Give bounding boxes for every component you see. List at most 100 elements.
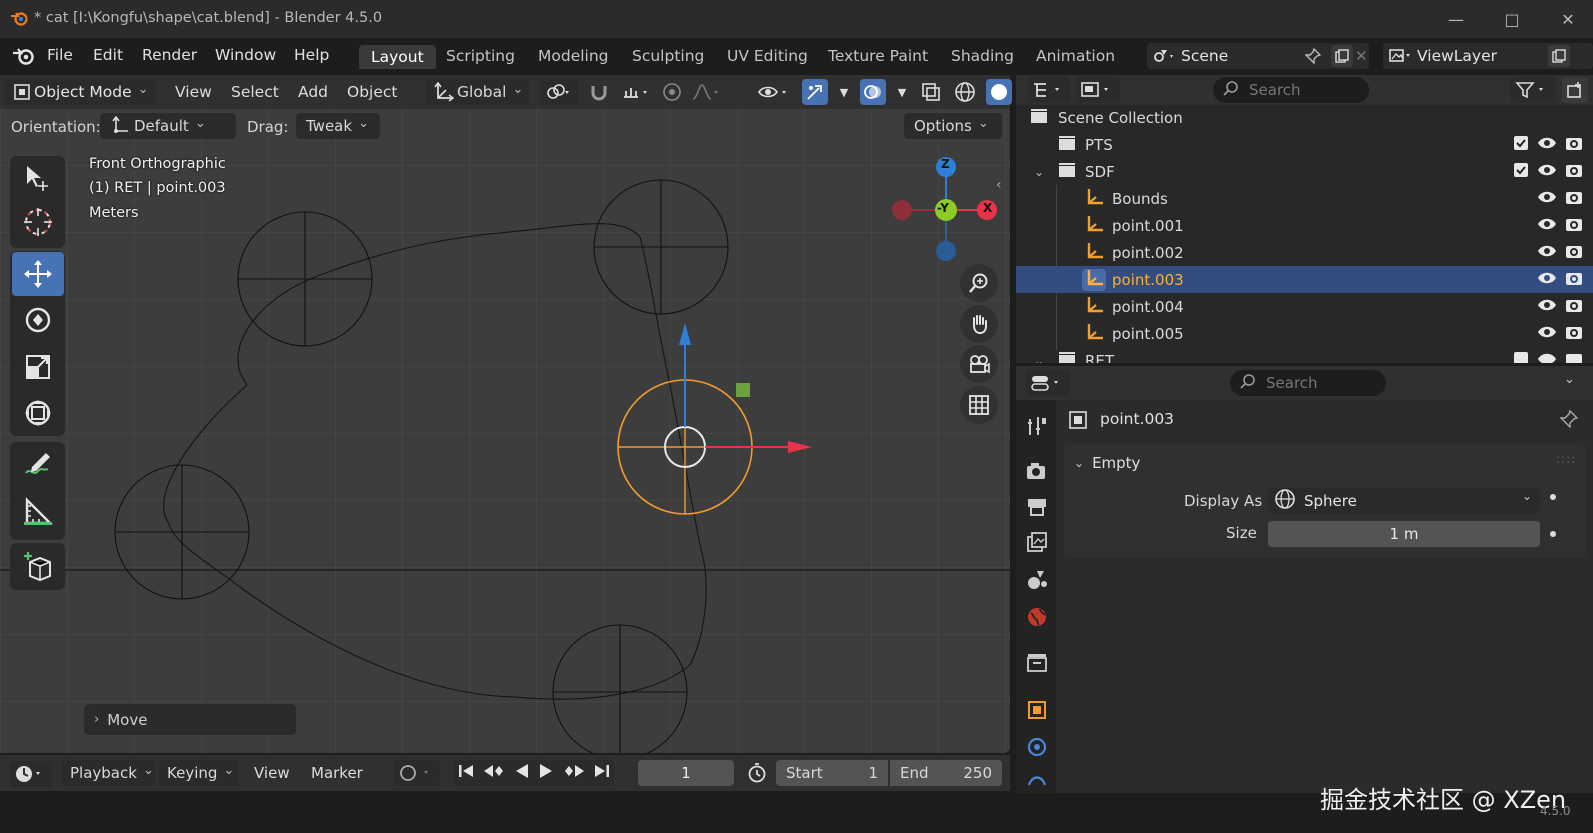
world-tab-icon[interactable]	[1024, 604, 1050, 630]
zoom-icon[interactable]	[960, 264, 998, 302]
overlays-toggle-icon[interactable]	[860, 79, 886, 105]
jump-to-end-icon[interactable]	[594, 763, 610, 783]
outliner-scene-collection-row[interactable]: Scene Collection	[1016, 104, 1593, 131]
timeline-marker-menu[interactable]: Marker	[303, 760, 371, 786]
options-dropdown[interactable]: Options	[904, 113, 1002, 139]
outliner-row-point-005[interactable]: point.005	[1016, 320, 1593, 347]
transform-orientation-selector[interactable]: Global	[425, 79, 529, 105]
delete-scene-icon[interactable]: ✕	[1355, 47, 1368, 65]
auto-keying-record-icon[interactable]	[394, 760, 440, 786]
outliner-row-point-004[interactable]: point.004	[1016, 293, 1593, 320]
camera-render-icon[interactable]	[1565, 324, 1583, 344]
jump-to-start-icon[interactable]	[458, 763, 474, 783]
eye-icon[interactable]	[1537, 352, 1557, 363]
sidebar-toggle-chevron-icon[interactable]: ‹	[996, 177, 1002, 193]
physics-tab-icon[interactable]	[1024, 734, 1050, 760]
tab-animation[interactable]: Animation	[1036, 47, 1115, 65]
3d-viewport[interactable]: Front Orthographic (1) RET | point.003 M…	[0, 75, 1010, 753]
eye-icon[interactable]	[1537, 325, 1557, 343]
outliner-search-input[interactable]: Search	[1213, 77, 1369, 103]
properties-search-input[interactable]: Search	[1230, 370, 1386, 396]
toggle-perspective-grid-icon[interactable]	[960, 386, 998, 424]
maximize-icon[interactable]: □	[1492, 6, 1532, 32]
checkbox-checked-icon[interactable]	[1513, 135, 1529, 155]
move-tool-icon[interactable]	[12, 252, 64, 296]
properties-options-chevron-icon[interactable]: ⌄	[1564, 372, 1575, 387]
menu-add[interactable]: Add	[290, 79, 336, 105]
expand-chevron-down-icon[interactable]: ⌄	[1034, 354, 1044, 364]
tab-sculpting[interactable]: Sculpting	[632, 47, 704, 65]
play-reverse-icon[interactable]	[514, 763, 530, 783]
keyframe-dot-icon[interactable]	[1550, 531, 1556, 537]
start-frame-field[interactable]: Start 1	[776, 760, 888, 786]
keyframe-dot-icon[interactable]	[1550, 494, 1556, 500]
constraints-tab-icon[interactable]	[1024, 768, 1050, 788]
mode-selector[interactable]: Object Mode	[4, 79, 156, 105]
size-field[interactable]: 1 m	[1268, 521, 1540, 547]
object-tab-icon[interactable]	[1024, 697, 1050, 723]
eye-icon[interactable]	[1537, 298, 1557, 316]
display-mode-icon[interactable]	[1076, 77, 1120, 103]
view-layer-selector[interactable]: ViewLayer	[1383, 43, 1593, 69]
measure-tool-icon[interactable]	[12, 490, 64, 534]
orientation-dropdown[interactable]: Default	[100, 113, 236, 139]
filter-funnel-icon[interactable]	[1510, 77, 1556, 103]
properties-editor-type-icon[interactable]	[1026, 370, 1070, 396]
scale-tool-icon[interactable]	[12, 345, 64, 389]
gizmo-toggle-icon[interactable]	[802, 79, 828, 105]
add-cube-tool-icon[interactable]	[12, 544, 64, 588]
wireframe-shading-icon[interactable]	[952, 79, 978, 105]
drag-handle-icon[interactable]: ::::	[1556, 452, 1576, 466]
menu-object[interactable]: Object	[339, 79, 405, 105]
checkbox-checked-icon[interactable]	[1513, 351, 1529, 363]
camera-render-icon[interactable]	[1565, 189, 1583, 209]
outliner-row-point-002[interactable]: point.002	[1016, 239, 1593, 266]
camera-render-icon[interactable]	[1565, 270, 1583, 290]
pin-icon[interactable]	[1559, 409, 1579, 432]
scene-tab-icon[interactable]	[1024, 567, 1050, 593]
xray-toggle-icon[interactable]	[918, 79, 944, 105]
close-icon[interactable]: ✕	[1548, 6, 1588, 32]
solid-shading-icon[interactable]	[986, 79, 1012, 105]
camera-view-icon[interactable]	[960, 345, 998, 383]
minimize-icon[interactable]: —	[1436, 6, 1476, 32]
eye-icon[interactable]	[1537, 217, 1557, 235]
cursor-tool-icon[interactable]	[12, 200, 64, 244]
scene-selector[interactable]: Scene ✕	[1147, 43, 1369, 69]
play-icon[interactable]	[538, 763, 554, 783]
drag-dropdown[interactable]: Tweak	[296, 113, 380, 139]
menu-edit[interactable]: Edit	[93, 46, 123, 64]
checkbox-checked-icon[interactable]	[1513, 162, 1529, 182]
tool-settings-tab-icon[interactable]	[1024, 413, 1050, 439]
outliner-row-point-003[interactable]: point.003	[1016, 266, 1593, 293]
current-frame-field[interactable]: 1	[638, 760, 734, 786]
preview-range-stopwatch-icon[interactable]	[744, 760, 770, 786]
tab-shading[interactable]: Shading	[951, 47, 1014, 65]
collection-tab-icon[interactable]	[1024, 650, 1050, 676]
gizmo-options-chevron-icon[interactable]: ▼	[836, 79, 852, 105]
new-collection-icon[interactable]	[1562, 77, 1588, 103]
editor-type-clock-icon[interactable]	[10, 761, 52, 787]
tab-layout[interactable]: Layout	[359, 45, 436, 69]
pivot-point-icon[interactable]	[540, 79, 578, 105]
menu-select[interactable]: Select	[223, 79, 287, 105]
outliner-row-pts[interactable]: PTS	[1016, 131, 1593, 158]
outliner-row-ret[interactable]: ⌄ RET	[1016, 347, 1593, 363]
snap-magnet-icon[interactable]	[586, 79, 612, 105]
last-operator-panel[interactable]: › Move	[84, 704, 296, 735]
outliner-row-point-001[interactable]: point.001	[1016, 212, 1593, 239]
timeline-view-menu[interactable]: View	[246, 760, 298, 786]
empty-panel-header[interactable]: ⌄ Empty	[1074, 450, 1140, 476]
menu-file[interactable]: File	[47, 46, 73, 64]
expand-chevron-down-icon[interactable]: ⌄	[1034, 165, 1044, 179]
new-view-layer-icon[interactable]	[1548, 45, 1570, 67]
pan-hand-icon[interactable]	[960, 305, 998, 343]
eye-icon[interactable]	[1537, 244, 1557, 262]
tab-scripting[interactable]: Scripting	[446, 47, 515, 65]
menu-window[interactable]: Window	[215, 46, 276, 64]
annotate-tool-icon[interactable]	[12, 443, 64, 487]
outliner-row-sdf[interactable]: ⌄ SDF	[1016, 158, 1593, 185]
tab-texture-paint[interactable]: Texture Paint	[828, 47, 928, 65]
keying-menu[interactable]: Keying	[159, 760, 239, 786]
playback-menu[interactable]: Playback	[62, 760, 155, 786]
